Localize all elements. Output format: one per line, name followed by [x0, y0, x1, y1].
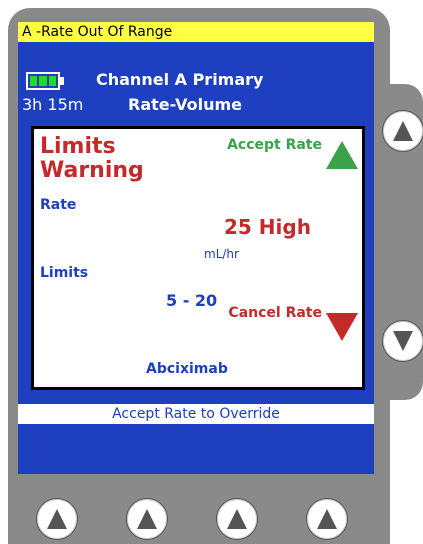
arrow-up-icon — [137, 509, 157, 529]
cancel-rate-label: Cancel Rate — [228, 305, 322, 321]
rate-unit: mL/hr — [204, 247, 239, 261]
cancel-rate-button[interactable] — [382, 320, 423, 362]
softkey-4-button[interactable] — [306, 498, 348, 540]
alarm-bar: A -Rate Out Of Range — [18, 22, 374, 42]
limits-warning-panel: Limits Warning Rate 25 High mL/hr Limits… — [31, 126, 365, 390]
battery-icon — [26, 72, 60, 90]
battery-cell — [30, 76, 38, 86]
channel-title: Channel A Primary — [96, 70, 264, 89]
softkey-1-button[interactable] — [36, 498, 78, 540]
arrow-down-icon — [393, 331, 413, 351]
arrow-up-icon — [227, 509, 247, 529]
arrow-up-icon — [317, 509, 337, 529]
warning-title: Limits Warning — [40, 134, 144, 183]
accept-rate-button[interactable] — [382, 110, 423, 152]
battery-cell — [48, 76, 56, 86]
softkey-3-button[interactable] — [216, 498, 258, 540]
triangle-up-icon — [326, 141, 358, 169]
infusion-mode: Rate-Volume — [128, 95, 242, 114]
rate-label: Rate — [40, 197, 77, 213]
pump-screen: A -Rate Out Of Range Channel A Primary 3… — [18, 22, 374, 474]
accept-rate-label: Accept Rate — [227, 137, 322, 153]
limits-range: 5 - 20 — [166, 291, 218, 310]
drug-name: Abciximab — [146, 361, 228, 377]
battery-cell — [39, 76, 47, 86]
battery-tip — [60, 77, 64, 85]
rate-value: 25 High — [224, 215, 311, 239]
arrow-up-icon — [393, 121, 413, 141]
softkey-2-button[interactable] — [126, 498, 168, 540]
arrow-up-icon — [47, 509, 67, 529]
triangle-down-icon — [326, 313, 358, 341]
limits-label: Limits — [40, 265, 89, 281]
override-prompt: Accept Rate to Override — [18, 404, 374, 424]
time-remaining: 3h 15m — [22, 95, 84, 114]
